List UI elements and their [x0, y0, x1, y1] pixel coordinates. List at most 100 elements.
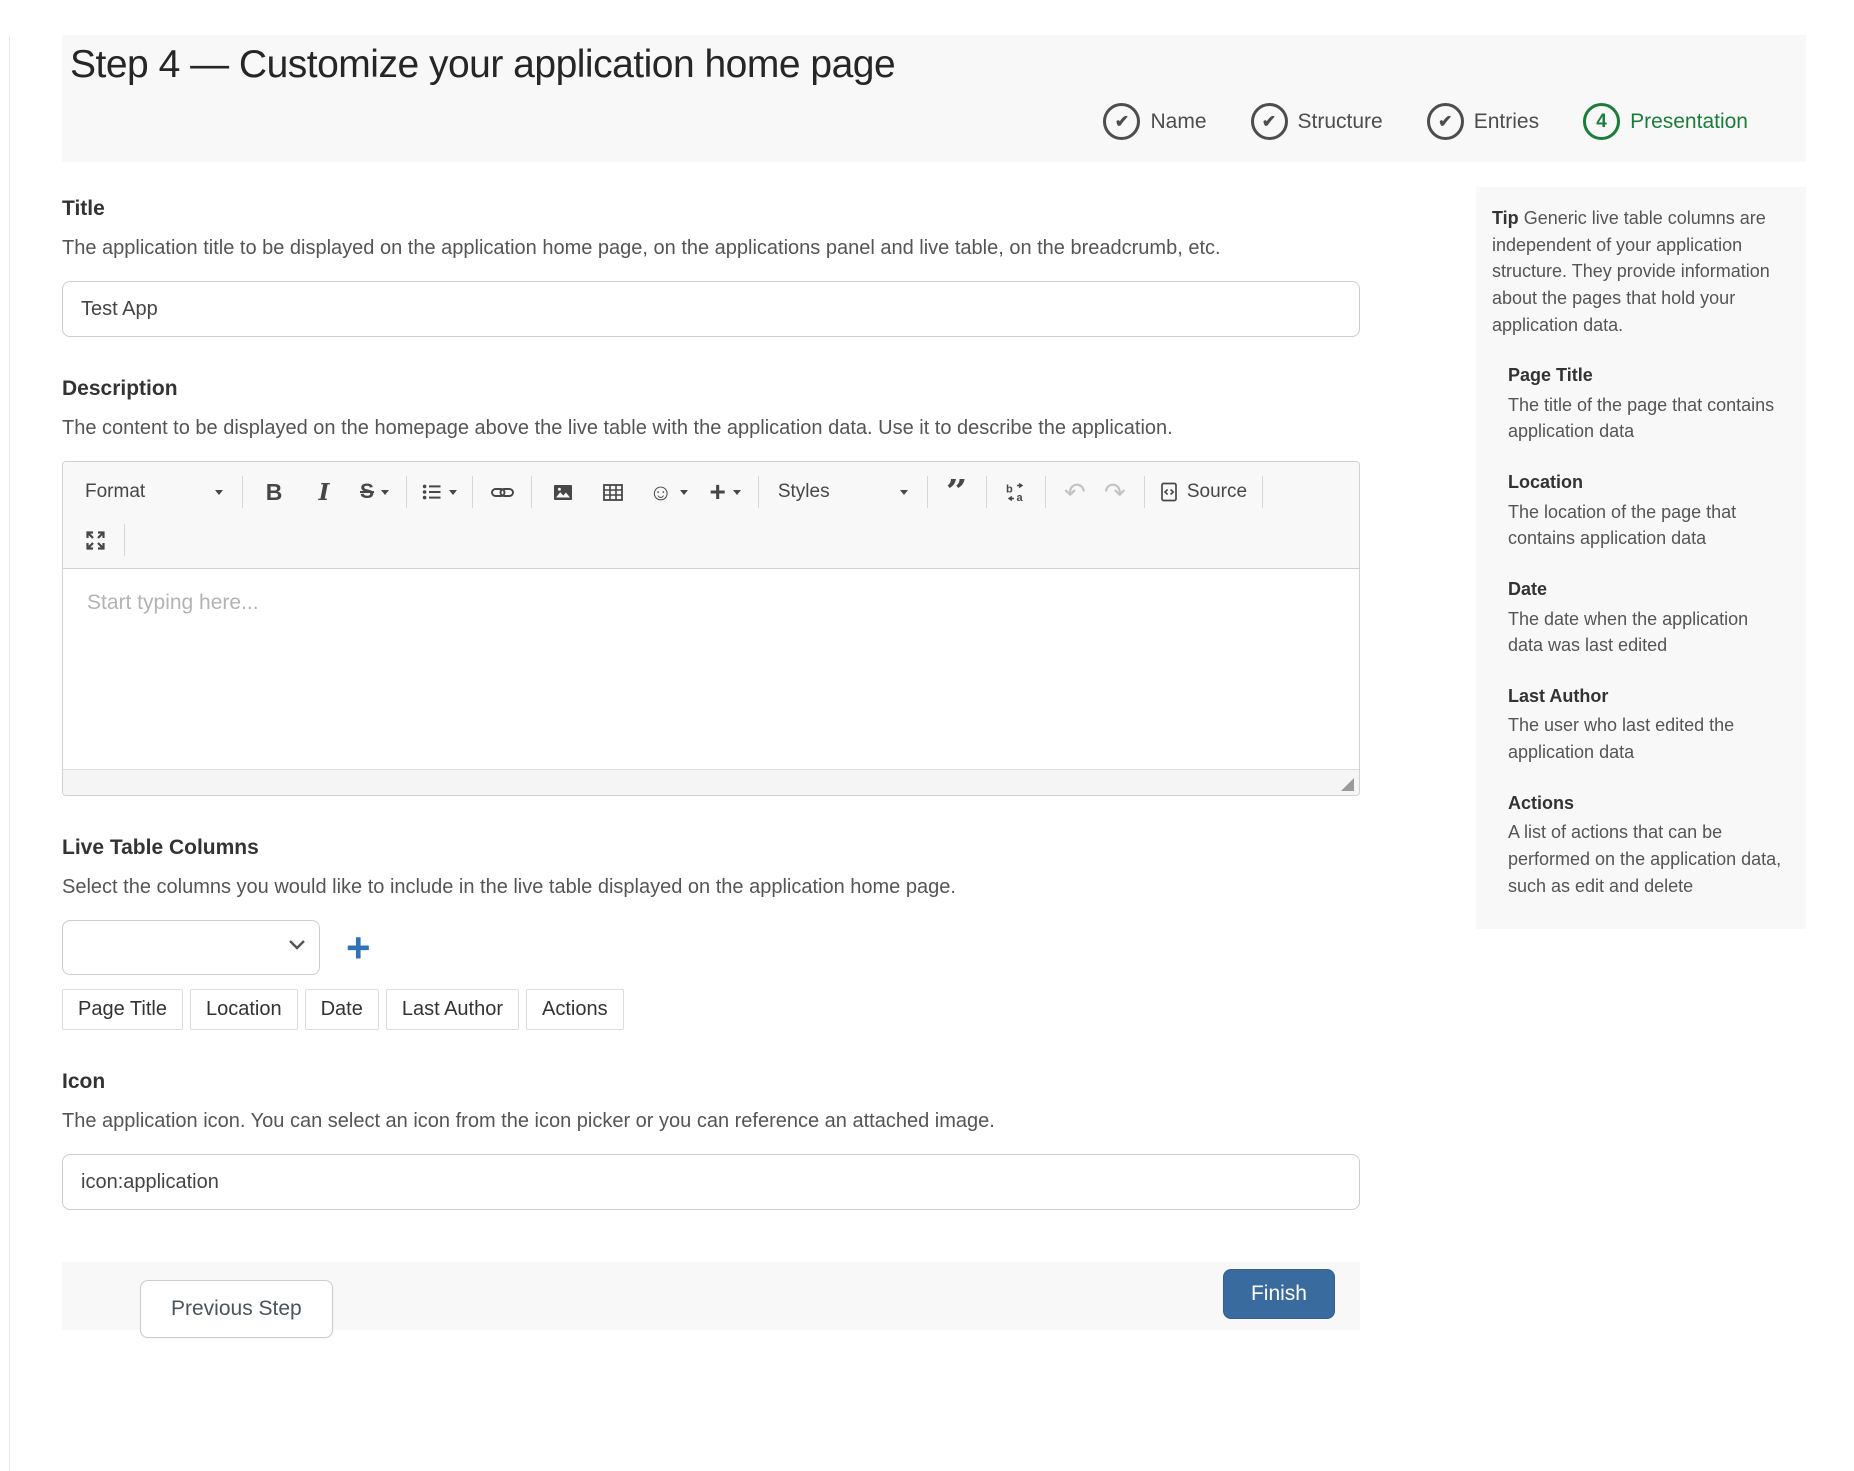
add-column-button[interactable]: +	[344, 927, 373, 969]
styles-dropdown[interactable]: Styles	[768, 470, 918, 514]
description-label: Description	[62, 377, 1360, 401]
table-button[interactable]	[593, 470, 633, 514]
bullet-list-icon	[422, 483, 442, 501]
title-label: Title	[62, 197, 1360, 221]
toolbar-separator	[1144, 476, 1145, 508]
source-button[interactable]: Source	[1154, 470, 1253, 514]
tip-term: Actions	[1508, 790, 1786, 817]
link-icon	[491, 485, 514, 500]
language-icon: b a	[1005, 483, 1026, 502]
toolbar-separator	[242, 476, 243, 508]
step-done-circle: ✔	[1251, 103, 1288, 140]
column-tag[interactable]: Page Title	[62, 989, 183, 1030]
tip-panel: Tip Generic live table columns are indep…	[1476, 187, 1806, 929]
check-icon: ✔	[1115, 113, 1129, 130]
editor-content-area[interactable]: Start typing here...	[63, 569, 1359, 769]
toolbar-separator	[927, 476, 928, 508]
step-label: Name	[1150, 110, 1206, 134]
description-description: The content to be displayed on the homep…	[62, 413, 1360, 443]
toolbar-separator	[986, 476, 987, 508]
check-icon: ✔	[1438, 113, 1452, 130]
link-button[interactable]	[482, 470, 522, 514]
title-input[interactable]	[62, 281, 1360, 337]
step-number: 4	[1596, 111, 1607, 133]
icon-input[interactable]	[62, 1154, 1360, 1210]
column-tag[interactable]: Date	[305, 989, 379, 1030]
selected-columns: Page Title Location Date Last Author Act…	[62, 989, 1360, 1030]
toolbar-separator	[531, 476, 532, 508]
step-name[interactable]: ✔ Name	[1103, 103, 1206, 140]
wizard-footer: Previous Step Finish	[62, 1262, 1360, 1330]
check-icon: ✔	[1262, 113, 1276, 130]
wizard-header: Step 4 — Customize your application home…	[62, 35, 1806, 162]
chevron-down-icon	[381, 490, 389, 495]
editor-bottom-bar	[63, 769, 1359, 795]
tip-term: Last Author	[1508, 683, 1786, 710]
format-dropdown[interactable]: Format	[75, 470, 233, 514]
column-select[interactable]	[62, 920, 320, 975]
image-button[interactable]	[543, 470, 583, 514]
emoji-button[interactable]: ☺	[643, 470, 693, 514]
redo-button[interactable]: ↷	[1095, 470, 1135, 514]
editor-toolbar: Format B I S	[63, 462, 1359, 569]
step-presentation[interactable]: 4 Presentation	[1583, 103, 1748, 140]
tip-term: Page Title	[1508, 362, 1786, 389]
live-table-columns-description: Select the columns you would like to inc…	[62, 872, 1360, 902]
tip-intro: Tip Generic live table columns are indep…	[1492, 205, 1786, 338]
image-icon	[553, 484, 573, 501]
table-icon	[603, 484, 623, 501]
insert-more-button[interactable]: +	[704, 470, 747, 514]
description-section: Description The content to be displayed …	[62, 377, 1360, 796]
italic-button[interactable]: I	[304, 470, 344, 514]
column-tag[interactable]: Actions	[526, 989, 624, 1030]
icon-section: Icon The application icon. You can selec…	[62, 1070, 1360, 1210]
step-label: Structure	[1298, 110, 1383, 134]
step-entries[interactable]: ✔ Entries	[1427, 103, 1539, 140]
maximize-button[interactable]	[75, 518, 115, 562]
previous-step-button[interactable]: Previous Step	[140, 1280, 333, 1338]
resize-handle-icon[interactable]	[1341, 778, 1354, 791]
bold-button[interactable]: B	[254, 470, 294, 514]
language-button[interactable]: b a	[996, 470, 1036, 514]
chevron-down-icon	[900, 490, 908, 495]
toolbar-separator	[1262, 476, 1263, 508]
page-title: Step 4 — Customize your application home…	[70, 43, 1748, 87]
step-structure[interactable]: ✔ Structure	[1251, 103, 1383, 140]
finish-button[interactable]: Finish	[1223, 1269, 1335, 1319]
toolbar-separator	[472, 476, 473, 508]
title-description: The application title to be displayed on…	[62, 233, 1360, 263]
tip-definition: The user who last edited the application…	[1508, 712, 1786, 765]
wizard-form: Title The application title to be displa…	[62, 162, 1360, 1330]
column-tag[interactable]: Last Author	[386, 989, 519, 1030]
column-tag[interactable]: Location	[190, 989, 298, 1030]
step-label: Presentation	[1630, 110, 1748, 134]
tip-definition: The title of the page that contains appl…	[1508, 392, 1786, 445]
step-done-circle: ✔	[1427, 103, 1464, 140]
tip-term: Location	[1508, 469, 1786, 496]
step-done-circle: ✔	[1103, 103, 1140, 140]
undo-button[interactable]: ↶	[1055, 470, 1095, 514]
tip-definition: The location of the page that contains a…	[1508, 499, 1786, 552]
toolbar-separator	[124, 524, 125, 556]
tip-definition: The date when the application data was l…	[1508, 606, 1786, 659]
list-button[interactable]	[416, 470, 463, 514]
strikethrough-button[interactable]: S	[354, 470, 395, 514]
chevron-down-icon	[680, 490, 688, 495]
source-button-label: Source	[1187, 481, 1247, 503]
tip-definitions: Page Title The title of the page that co…	[1492, 362, 1786, 899]
title-section: Title The application title to be displa…	[62, 197, 1360, 337]
toolbar-separator	[406, 476, 407, 508]
chevron-down-icon	[215, 490, 223, 495]
maximize-icon	[85, 530, 106, 551]
step-label: Entries	[1474, 110, 1539, 134]
blockquote-button[interactable]: ”	[937, 479, 977, 505]
styles-dropdown-label: Styles	[778, 481, 830, 503]
smiley-icon: ☺	[649, 479, 672, 506]
plus-icon: +	[710, 478, 726, 506]
source-icon	[1160, 482, 1179, 502]
icon-label: Icon	[62, 1070, 1360, 1094]
tip-label: Tip	[1492, 208, 1519, 228]
chevron-down-icon	[449, 490, 457, 495]
step-number-circle: 4	[1583, 103, 1620, 140]
live-table-columns-section: Live Table Columns Select the columns yo…	[62, 836, 1360, 1030]
